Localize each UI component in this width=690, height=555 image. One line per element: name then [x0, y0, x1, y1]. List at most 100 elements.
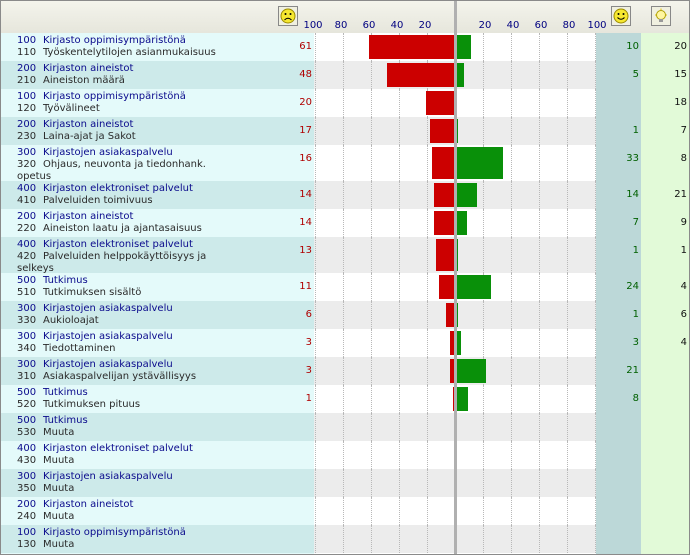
suggestion-count: 4 [680, 281, 687, 292]
topic-name: Palveluiden helppokäyttöisyys ja [43, 251, 207, 262]
grid-line [399, 117, 400, 145]
topic-line: 340 Tiedottaminen [17, 343, 267, 355]
grid-line [567, 145, 568, 181]
positive-count-cell: 5 [596, 61, 641, 89]
negative-count-cell: 3 [269, 357, 314, 385]
grid-line [539, 301, 540, 329]
positive-bar [457, 239, 459, 271]
topic-name: Laina-ajat ja Sakot [43, 131, 136, 142]
grid-line [567, 413, 568, 441]
grid-line [539, 117, 540, 145]
grid-line [567, 441, 568, 469]
row-label-cell: 500 Tutkimus 510 Tutkimuksen sisältö [1, 273, 269, 301]
grid-line [427, 237, 428, 273]
positive-count: 3 [632, 337, 639, 348]
suggestion-count-cell: 1 [641, 237, 689, 273]
topic-line: 130 Muuta [17, 539, 267, 551]
grid-line [343, 209, 344, 237]
suggestion-count-cell: 15 [641, 61, 689, 89]
grid-line [511, 181, 512, 209]
negative-count-cell: 6 [269, 301, 314, 329]
grid-line [539, 497, 540, 525]
topic-line: 350 Muuta [17, 483, 267, 495]
grid-line [315, 357, 316, 385]
grid-line [343, 441, 344, 469]
grid-line [315, 441, 316, 469]
table-row: 100 Kirjasto oppimisympäristönä 120 Työväli… [1, 89, 689, 117]
row-label-cell: 200 Kirjaston aineistot 240 Muuta [1, 497, 269, 525]
grid-line [371, 89, 372, 117]
suggestion-count-cell: 21 [641, 181, 689, 209]
grid-line [427, 273, 428, 301]
positive-count-cell [596, 469, 641, 497]
topic-line: 510 Tutkimuksen sisältö [17, 287, 267, 299]
topic-name: Asiakaspalvelijan ystävällisyys [43, 371, 197, 382]
grid-line [567, 61, 568, 89]
grid-line [567, 329, 568, 357]
topic-code: 430 [17, 455, 37, 466]
grid-line [343, 145, 344, 181]
category-line: 500 Tutkimus [17, 387, 267, 399]
row-label-cell: 100 Kirjasto oppimisympäristönä 110 Työsken… [1, 33, 269, 61]
filler-cell [269, 553, 314, 554]
topic-name: Muuta [43, 427, 75, 438]
positive-count: 10 [626, 41, 639, 52]
positive-count-cell: 14 [596, 181, 641, 209]
positive-count-cell: 24 [596, 273, 641, 301]
category-code: 400 [17, 443, 37, 454]
grid-line [399, 181, 400, 209]
grid-line [399, 329, 400, 357]
table-filler [1, 553, 689, 554]
negative-count-cell: 61 [269, 33, 314, 61]
suggestion-count: 18 [674, 97, 687, 108]
grid-line [483, 413, 484, 441]
feedback-chart: 100 80 60 40 20 20 40 60 80 100 100 Kirja… [0, 0, 690, 555]
negative-bar [431, 147, 454, 179]
positive-count-cell: 21 [596, 357, 641, 385]
grid-line [511, 469, 512, 497]
suggestion-count-cell [641, 357, 689, 385]
grid-line [567, 237, 568, 273]
row-label-cell: 100 Kirjasto oppimisympäristönä 130 Muuta [1, 525, 269, 553]
suggestion-count: 15 [674, 69, 687, 80]
grid-line [427, 329, 428, 357]
table-row: 300 Kirjastojen asiakaspalvelu 330 Aukioloa… [1, 301, 689, 329]
grid-line [315, 497, 316, 525]
category-code: 200 [17, 499, 37, 510]
grid-line [399, 385, 400, 413]
topic-code: 120 [17, 103, 37, 114]
topic-code: 220 [17, 223, 37, 234]
grid-line [399, 237, 400, 273]
grid-line [511, 301, 512, 329]
grid-line [567, 33, 568, 61]
topic-name: Muuta [43, 483, 75, 494]
category-name: Kirjaston aineistot [43, 211, 134, 222]
grid-line [567, 301, 568, 329]
negative-count: 16 [299, 153, 312, 164]
negative-count-cell: 14 [269, 181, 314, 209]
neg-axis-tick: 100 [303, 20, 323, 31]
grid-line [511, 89, 512, 117]
grid-line [427, 301, 428, 329]
positive-bar [457, 331, 462, 355]
pos-axis-tick: 20 [478, 20, 492, 31]
topic-line: 410 Palveluiden toimivuus [17, 195, 267, 207]
grid-line [343, 525, 344, 553]
grid-line [567, 385, 568, 413]
category-name: Kirjaston aineistot [43, 63, 134, 74]
table-row: 300 Kirjastojen asiakaspalvelu 350 Muuta [1, 469, 689, 497]
grid-line [483, 385, 484, 413]
category-code: 100 [17, 35, 37, 46]
topic-line: 220 Aineiston laatu ja ajantasaisuus [17, 223, 267, 235]
grid-line [483, 301, 484, 329]
suggestion-count-cell [641, 497, 689, 525]
table-row: 200 Kirjaston aineistot 220 Aineiston laatu… [1, 209, 689, 237]
row-label-cell: 300 Kirjastojen asiakaspalvelu 340 Tiedotta… [1, 329, 269, 357]
grid-line [427, 413, 428, 441]
category-code: 300 [17, 359, 37, 370]
topic-code: 130 [17, 539, 37, 550]
positive-count: 14 [626, 189, 639, 200]
grid-line [343, 385, 344, 413]
positive-bar [457, 147, 504, 179]
grid-line [343, 357, 344, 385]
